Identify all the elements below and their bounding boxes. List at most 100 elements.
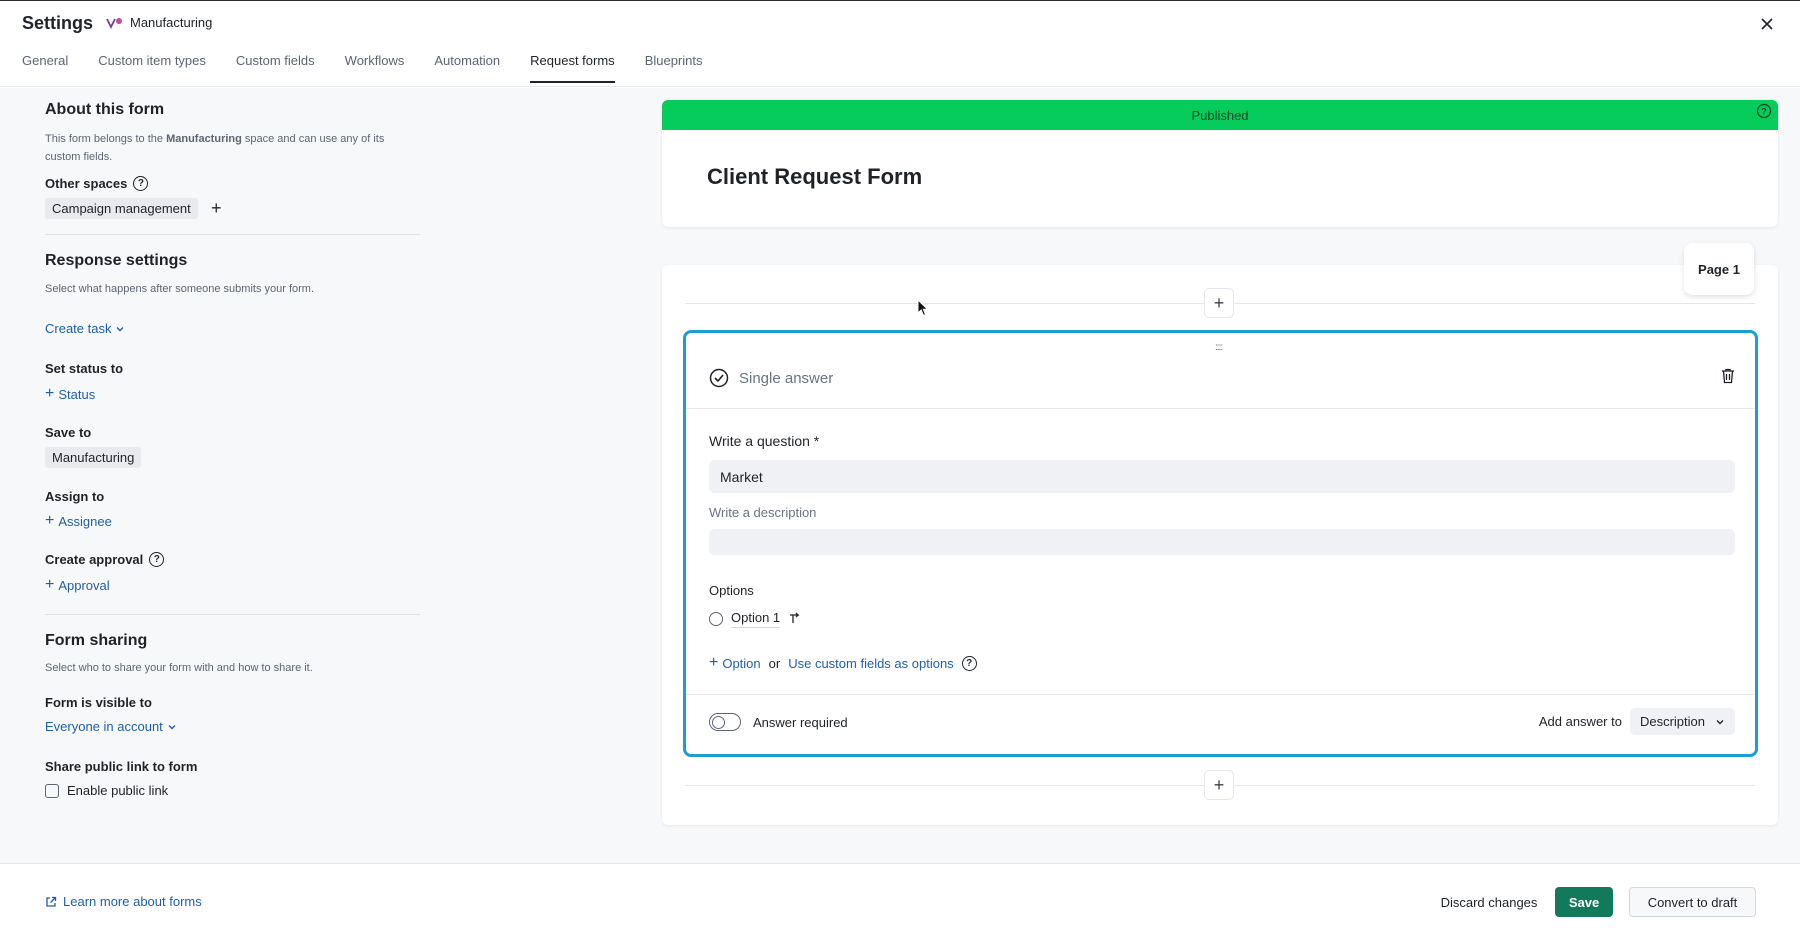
plus-icon: + <box>45 512 55 529</box>
page-indicator[interactable]: Page 1 <box>1684 243 1754 295</box>
add-answer-to-label: Add answer to <box>1538 714 1622 729</box>
help-icon[interactable]: ? <box>149 552 165 567</box>
add-option-label: Option <box>722 655 761 671</box>
set-status-label: Set status to <box>45 361 124 376</box>
form-header-card: Published ? Client Request Form <box>662 100 1778 227</box>
create-task-label: Create task <box>45 321 112 336</box>
answer-required-label: Answer required <box>753 714 848 730</box>
question-input[interactable]: Market <box>709 460 1735 493</box>
help-icon[interactable]: ? <box>133 176 149 191</box>
approval-link-label: Approval <box>58 577 110 593</box>
chevron-down-icon <box>1716 719 1724 724</box>
question-footer-divider <box>686 694 1755 695</box>
tab-blueprints[interactable]: Blueprints <box>645 53 703 83</box>
answer-required-toggle[interactable] <box>709 713 741 731</box>
about-description: This form belongs to the Manufacturing s… <box>45 130 384 166</box>
top-bar: Settings Manufacturing General Custom it… <box>0 0 1800 87</box>
tab-custom-fields[interactable]: Custom fields <box>236 53 315 83</box>
save-button[interactable]: Save <box>1555 887 1613 917</box>
answer-required-row: Answer required <box>709 713 848 731</box>
branch-icon[interactable] <box>788 612 802 626</box>
response-description: Select what happens after someone submit… <box>45 283 315 295</box>
close-icon[interactable] <box>1756 13 1778 35</box>
other-spaces-label: Other spaces ? <box>45 176 149 191</box>
about-desc-post: space and can use any of its <box>241 133 385 145</box>
add-option-link[interactable]: + Option <box>709 654 761 672</box>
mouse-cursor-icon <box>917 299 929 317</box>
visible-to-dropdown[interactable]: Everyone in account <box>45 719 177 734</box>
question-type-label: Single answer <box>739 369 834 387</box>
option-row: Option 1 <box>709 610 802 628</box>
footer-bar: Learn more about forms Discard changes S… <box>0 863 1800 938</box>
tab-custom-item-types[interactable]: Custom item types <box>98 53 206 83</box>
chevron-down-icon <box>116 326 124 331</box>
question-card[interactable]: :::: Single answer Write a question * Ma… <box>683 330 1758 757</box>
svg-text:?: ? <box>1761 107 1767 117</box>
response-heading: Response settings <box>45 252 188 269</box>
form-title[interactable]: Client Request Form <box>707 164 922 190</box>
help-icon[interactable]: ? <box>1756 103 1772 124</box>
visible-to-value: Everyone in account <box>45 719 163 734</box>
form-sharing-description: Select who to share your form with and h… <box>45 662 313 674</box>
add-question-button[interactable]: + <box>1204 770 1234 800</box>
save-to-chip[interactable]: Manufacturing <box>45 447 142 468</box>
published-banner: Published <box>662 100 1778 130</box>
other-space-chip[interactable]: Campaign management <box>45 198 198 219</box>
question-label: Write a question * <box>709 433 820 449</box>
tab-general[interactable]: General <box>22 53 68 83</box>
tab-workflows[interactable]: Workflows <box>345 53 405 83</box>
check-circle-icon <box>709 368 729 388</box>
tab-request-forms[interactable]: Request forms <box>530 53 615 83</box>
option-radio[interactable] <box>709 612 723 626</box>
enable-public-link-checkbox[interactable] <box>45 783 59 798</box>
about-desc-line2: custom fields. <box>45 151 113 163</box>
learn-more-label: Learn more about forms <box>63 894 202 909</box>
create-task-dropdown[interactable]: Create task <box>45 321 125 336</box>
about-desc-pre: This form belongs to the <box>45 133 167 145</box>
help-icon[interactable]: ? <box>961 655 977 671</box>
discard-changes-button[interactable]: Discard changes <box>1430 887 1548 917</box>
tab-automation[interactable]: Automation <box>434 53 500 83</box>
save-to-label: Save to <box>45 425 92 440</box>
assign-to-label: Assign to <box>45 489 105 504</box>
add-space-icon[interactable]: + <box>211 198 222 219</box>
create-approval-text: Create approval <box>45 552 144 567</box>
add-answer-to-select[interactable]: Description <box>1629 708 1735 735</box>
assignee-link-label: Assignee <box>58 513 112 529</box>
status-link-label: Status <box>58 386 96 402</box>
enable-public-link-row: Enable public link <box>45 783 168 798</box>
public-link-label: Share public link to form <box>45 759 198 774</box>
plus-icon: + <box>45 385 55 402</box>
add-approval-link[interactable]: + Approval <box>45 576 110 594</box>
settings-tabs: General Custom item types Custom fields … <box>22 53 703 83</box>
divider <box>45 614 420 615</box>
trash-icon[interactable] <box>1721 368 1735 389</box>
add-answer-to: Add answer to Description <box>1539 708 1735 735</box>
about-heading: About this form <box>45 101 165 118</box>
add-question-button[interactable]: + <box>1204 288 1234 318</box>
divider <box>45 234 420 235</box>
add-status-link[interactable]: + Status <box>45 385 95 403</box>
external-link-icon <box>46 896 57 907</box>
create-approval-label: Create approval ? <box>45 552 165 567</box>
custom-fields-options-link[interactable]: Use custom fields as options <box>788 656 953 671</box>
add-assignee-link[interactable]: + Assignee <box>45 512 112 530</box>
convert-to-draft-button[interactable]: Convert to draft <box>1629 887 1756 917</box>
space-indicator[interactable]: Manufacturing <box>106 15 212 30</box>
learn-more-link[interactable]: Learn more about forms <box>45 894 202 909</box>
description-label: Write a description <box>709 505 817 520</box>
other-spaces-text: Other spaces <box>45 176 128 191</box>
description-input[interactable] <box>709 529 1735 555</box>
question-type: Single answer <box>709 368 833 388</box>
drag-handle-icon[interactable]: :::: <box>1215 342 1223 353</box>
question-header-divider <box>686 408 1755 409</box>
space-logo-icon <box>106 17 122 29</box>
add-answer-to-value: Description <box>1639 714 1705 729</box>
option-input[interactable]: Option 1 <box>731 610 781 628</box>
or-text: or <box>768 655 781 671</box>
about-desc-space: Manufacturing <box>166 133 242 145</box>
enable-public-link-label: Enable public link <box>67 783 169 798</box>
plus-icon: + <box>709 654 719 671</box>
form-sharing-heading: Form sharing <box>45 632 148 649</box>
plus-icon: + <box>45 576 55 593</box>
